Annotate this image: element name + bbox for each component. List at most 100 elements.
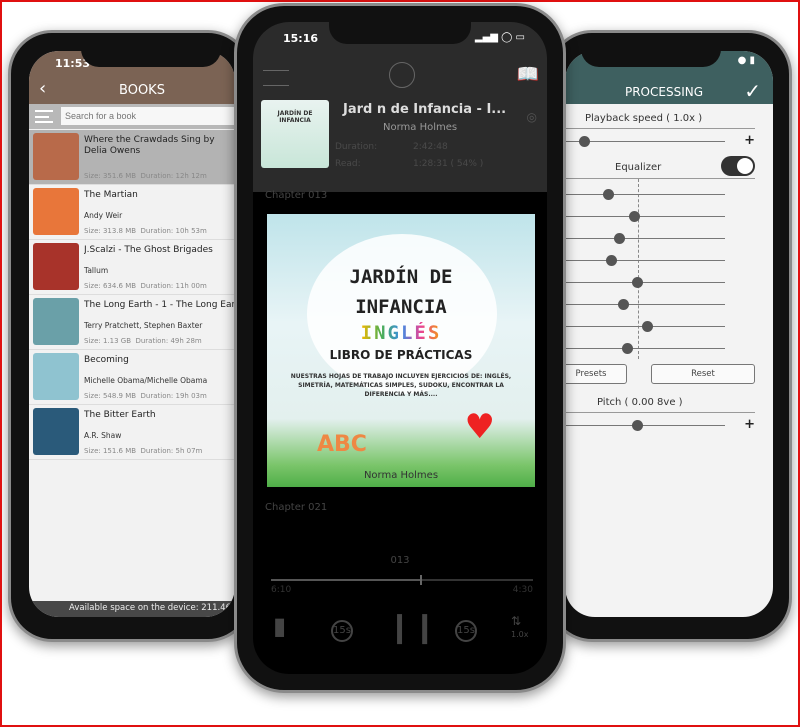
list-item[interactable]: The Bitter Earth A.R. Shaw Size: 151.6 M… — [29, 405, 235, 460]
list-item[interactable]: The Martian Andy Weir Size: 313.8 MB Dur… — [29, 185, 235, 240]
slider-knob[interactable] — [632, 420, 643, 431]
book-title: The Long Earth - 1 - The Long Earth — [84, 300, 234, 310]
book-cover — [33, 188, 79, 235]
timer-icon[interactable] — [389, 62, 415, 88]
slider-knob[interactable] — [632, 277, 643, 288]
bookmark-icon[interactable]: ▮ — [273, 612, 286, 640]
slider-knob[interactable] — [622, 343, 634, 354]
notch — [581, 45, 721, 67]
book-meta: Size: 313.8 MB Duration: 10h 53m — [84, 227, 207, 235]
search-input[interactable] — [61, 107, 235, 125]
book-author: Tallum — [84, 266, 109, 275]
heart-illustration: ♥ — [464, 407, 495, 447]
read-label: Read: — [335, 159, 361, 169]
reset-button[interactable]: Reset — [651, 364, 755, 384]
books-screen: 11:53 ‹ BOOKS Where the Crawdads Sing by… — [29, 51, 235, 617]
remaining-time: 4:30 — [512, 585, 533, 595]
eq-band-slider[interactable] — [565, 211, 725, 222]
book-cover: JARDÍN DE INFANCIA INGLÉS LIBRO DE PRÁCTI… — [267, 214, 535, 487]
equalizer-label: Equalizer — [615, 162, 662, 173]
progress-slider[interactable] — [271, 575, 533, 585]
duration-label: Duration: — [335, 142, 378, 152]
slider-knob[interactable] — [614, 233, 626, 244]
list-item[interactable]: Becoming Michelle Obama/Michelle Obama S… — [29, 350, 235, 405]
eq-band-slider[interactable] — [565, 343, 725, 354]
presets-button[interactable]: Presets — [565, 364, 627, 384]
book-icon[interactable]: 📖 — [517, 64, 539, 85]
eq-band-slider[interactable] — [565, 233, 725, 244]
book-meta: Size: 1.13 GB Duration: 49h 28m — [84, 337, 202, 345]
book-author: Terry Pratchett, Stephen Baxter — [84, 321, 203, 330]
eq-band-slider[interactable] — [565, 255, 725, 266]
book-thumbnail: JARDÍN DE INFANCIA — [261, 100, 329, 168]
book-cover — [33, 298, 79, 345]
read-value: 1:28:31 ( 54% ) — [413, 159, 484, 169]
elapsed-time: 6:10 — [271, 585, 292, 595]
plus-icon[interactable]: + — [744, 417, 755, 432]
player-phone: 15:16 ▂▄▆ ◯ ▭ 📖 JARDÍN DE INFANCIA Jard n… — [234, 3, 566, 693]
processing-phone: ● ▮ PROCESSING ✓ Playback speed ( 1.0x )… — [548, 30, 792, 642]
wifi-battery-icon: ● ▮ — [737, 55, 755, 66]
slider-knob[interactable] — [641, 321, 653, 332]
book-title: Where the Crawdads Sing by Delia Owens — [84, 135, 215, 156]
slider-knob[interactable] — [579, 136, 591, 147]
slider-knob[interactable] — [606, 255, 618, 266]
chapter-item[interactable]: Chapter 013 — [265, 190, 327, 201]
search-bar — [29, 104, 235, 129]
skip-forward-icon[interactable]: 15s — [455, 620, 477, 642]
book-meta: Size: 351.6 MB Duration: 12h 12m — [84, 172, 207, 180]
duration-value: 2:42:48 — [413, 142, 448, 152]
book-title: The Martian — [84, 190, 138, 200]
player-header: 15:16 ▂▄▆ ◯ ▭ 📖 JARDÍN DE INFANCIA Jard n… — [253, 22, 547, 192]
eq-band-slider[interactable] — [565, 189, 725, 200]
speed-value[interactable]: 1.0x — [511, 630, 528, 639]
slider-knob[interactable] — [617, 299, 629, 310]
equalizer-toggle[interactable] — [721, 156, 755, 176]
page-title: BOOKS — [119, 83, 165, 98]
pause-icon[interactable]: ❙❙ — [387, 610, 437, 645]
pitch-slider[interactable] — [565, 420, 725, 431]
list-item[interactable]: Where the Crawdads Sing by Delia Owens S… — [29, 130, 235, 185]
signal-wifi-battery-icon: ▂▄▆ ◯ ▭ — [474, 32, 525, 43]
book-cover — [33, 408, 79, 455]
eq-band-slider[interactable] — [565, 321, 725, 332]
current-chapter: 013 — [390, 555, 410, 566]
speed-icon[interactable]: ⇅ — [511, 614, 521, 628]
book-meta: Size: 151.6 MB Duration: 5h 07m — [84, 447, 203, 455]
notch — [329, 20, 471, 44]
notch — [81, 45, 221, 67]
book-meta: Size: 634.6 MB Duration: 11h 00m — [84, 282, 207, 290]
book-author: A.R. Shaw — [84, 431, 122, 440]
chapter-item[interactable]: Chapter 021 — [265, 502, 327, 513]
skip-back-icon[interactable]: 15s — [331, 620, 353, 642]
menu-icon[interactable] — [35, 110, 53, 123]
eq-center-line — [638, 179, 639, 359]
slider-knob[interactable] — [628, 211, 640, 222]
list-item[interactable]: J.Scalzi - The Ghost Brigades Tallum Siz… — [29, 240, 235, 295]
eq-band-slider[interactable] — [565, 277, 725, 288]
player-screen: 15:16 ▂▄▆ ◯ ▭ 📖 JARDÍN DE INFANCIA Jard n… — [253, 22, 547, 674]
book-author: Michelle Obama/Michelle Obama — [84, 376, 208, 385]
storage-footer: Available space on the device: 211.46 — [29, 601, 235, 617]
airplay-icon[interactable]: ◎ — [527, 110, 537, 124]
slider-knob[interactable] — [603, 189, 615, 200]
list-item[interactable]: The Long Earth - 1 - The Long Earth Terr… — [29, 295, 235, 350]
book-cover — [33, 353, 79, 400]
book-cover — [33, 133, 79, 180]
playback-speed-label: Playback speed ( 1.0x ) — [585, 113, 703, 124]
status-time: 15:16 — [283, 32, 319, 45]
progress-knob[interactable] — [420, 575, 423, 585]
checkmark-icon[interactable]: ✓ — [744, 79, 761, 103]
book-cover — [33, 243, 79, 290]
page-title: PROCESSING — [624, 85, 704, 99]
book-title: The Bitter Earth — [84, 410, 156, 420]
book-meta: Size: 548.9 MB Duration: 19h 03m — [84, 392, 207, 400]
menu-icon[interactable] — [263, 70, 289, 86]
book-title: Becoming — [84, 355, 129, 365]
plus-icon[interactable]: + — [744, 133, 755, 148]
eq-band-slider[interactable] — [565, 299, 725, 310]
abc-illustration: ABC — [317, 432, 367, 457]
playback-speed-slider[interactable] — [565, 136, 725, 147]
processing-screen: ● ▮ PROCESSING ✓ Playback speed ( 1.0x )… — [565, 51, 773, 617]
book-author: Andy Weir — [84, 211, 123, 220]
